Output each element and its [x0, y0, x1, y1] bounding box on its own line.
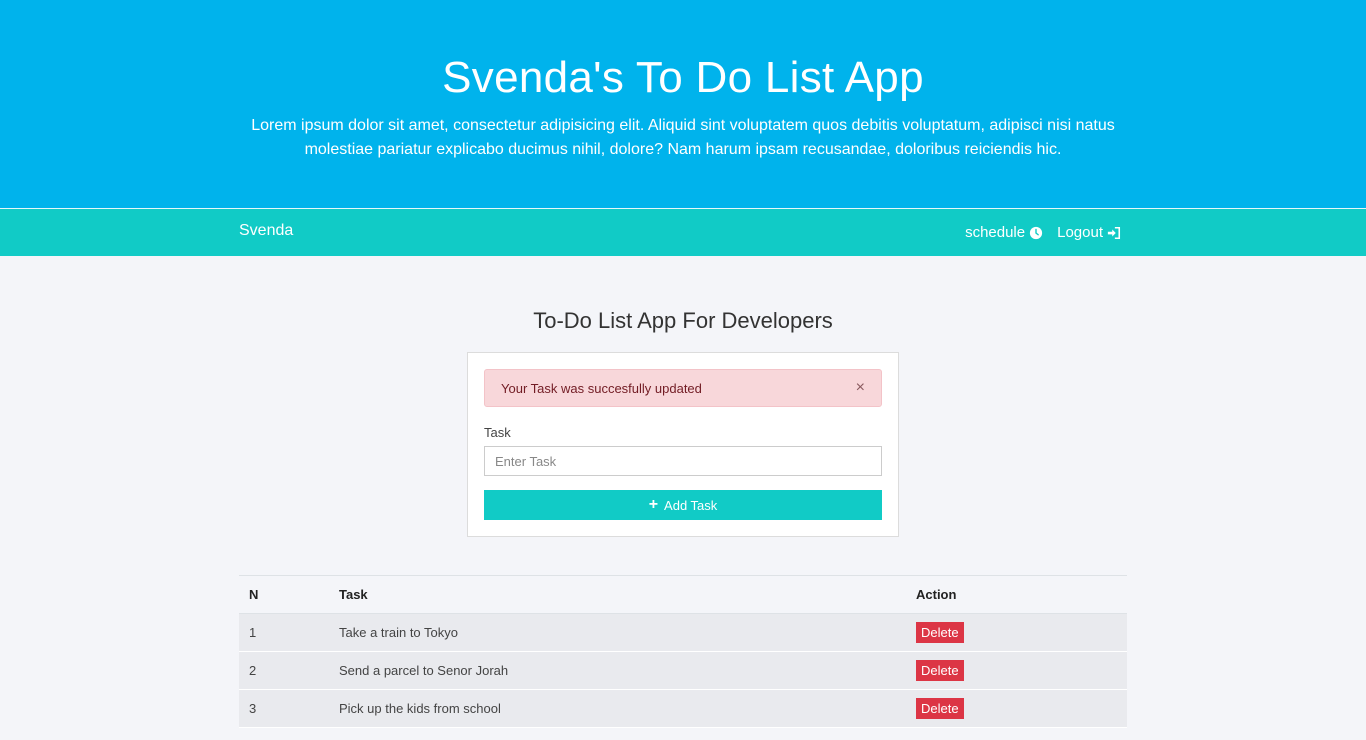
table-row: 2 Send a parcel to Senor Jorah Delete: [239, 651, 1127, 690]
task-input[interactable]: [484, 446, 882, 476]
column-header-n: N: [249, 587, 259, 602]
logout-label: Logout: [1057, 224, 1103, 241]
delete-button[interactable]: Delete: [916, 660, 964, 681]
row-number: 2: [249, 663, 257, 678]
hero-description: Lorem ipsum dolor sit amet, consectetur …: [251, 117, 1115, 158]
sign-in-icon: [1107, 226, 1121, 239]
navbar-right: schedule Logout: [965, 224, 1121, 241]
row-task: Take a train to Tokyo: [339, 625, 458, 640]
row-action: Delete: [906, 614, 1127, 652]
add-task-label: Add Task: [664, 497, 718, 513]
row-task: Pick up the kids from school: [339, 701, 501, 716]
add-task-button[interactable]: + Add Task: [484, 490, 882, 520]
close-icon[interactable]: ×: [856, 379, 865, 397]
task-label: Task: [484, 425, 511, 440]
schedule-label: schedule: [965, 224, 1026, 241]
row-action: Delete: [906, 652, 1127, 690]
page-title: Svenda's To Do List App: [442, 53, 924, 102]
hero-banner: Svenda's To Do List App Lorem ipsum dolo…: [0, 0, 1366, 208]
main-content: To-Do List App For Developers Your Task …: [0, 308, 1366, 728]
success-alert: Your Task was succesfully updated ×: [484, 369, 882, 407]
brand-link[interactable]: Svenda: [239, 222, 293, 240]
plus-icon: +: [648, 496, 659, 513]
row-task: Send a parcel to Senor Jorah: [339, 663, 509, 678]
table-row: 1 Take a train to Tokyo Delete: [239, 613, 1127, 652]
delete-button[interactable]: Delete: [916, 698, 964, 719]
row-number: 1: [249, 625, 257, 640]
table-row: 3 Pick up the kids from school Delete: [239, 689, 1127, 728]
row-number: 3: [249, 701, 257, 716]
column-header-task: Task: [339, 587, 368, 602]
table-header-row: N Task Action: [239, 575, 1127, 614]
row-action: Delete: [906, 690, 1127, 728]
navbar: Svenda schedule Logout: [0, 208, 1366, 256]
logout-link[interactable]: Logout: [1057, 224, 1121, 241]
column-header-action: Action: [916, 587, 957, 602]
delete-button[interactable]: Delete: [916, 622, 964, 643]
task-table: N Task Action 1 Take a train to Tokyo De…: [239, 575, 1127, 728]
clock-icon: [1029, 226, 1043, 239]
task-form-card: Your Task was succesfully updated × Task…: [467, 352, 899, 537]
alert-message: Your Task was succesfully updated: [501, 380, 702, 396]
schedule-link[interactable]: schedule: [965, 224, 1043, 241]
section-title: To-Do List App For Developers: [533, 308, 833, 333]
